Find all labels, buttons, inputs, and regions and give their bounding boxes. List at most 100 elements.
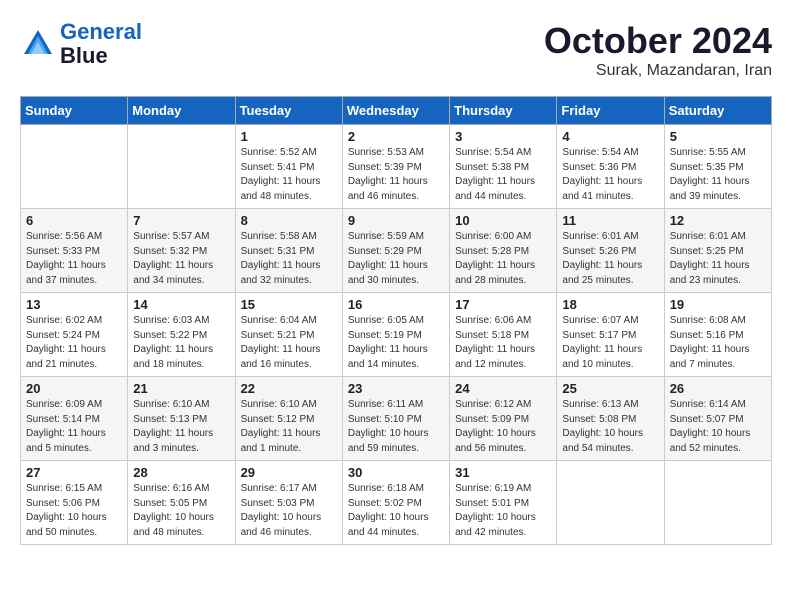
day-info: Sunrise: 5:58 AM Sunset: 5:31 PM Dayligh… <box>241 230 337 288</box>
day-info: Sunrise: 5:59 AM Sunset: 5:29 PM Dayligh… <box>348 230 444 288</box>
logo: General Blue <box>20 20 142 68</box>
day-header-sunday: Sunday <box>21 97 128 125</box>
calendar-cell: 11Sunrise: 6:01 AM Sunset: 5:26 PM Dayli… <box>557 209 664 293</box>
day-info: Sunrise: 5:53 AM Sunset: 5:39 PM Dayligh… <box>348 146 444 204</box>
calendar-cell: 9 Sunrise: 5:59 AM Sunset: 5:29 PM Daylig… <box>342 209 449 293</box>
calendar-cell: 29Sunrise: 6:17 AM Sunset: 5:03 PM Dayli… <box>235 461 342 545</box>
calendar-cell: 5 Sunrise: 5:55 AM Sunset: 5:35 PM Daylig… <box>664 125 771 209</box>
calendar-cell: 24Sunrise: 6:12 AM Sunset: 5:09 PM Dayli… <box>450 377 557 461</box>
day-info: Sunrise: 6:01 AM Sunset: 5:25 PM Dayligh… <box>670 230 766 288</box>
day-number: 3 <box>455 129 551 144</box>
day-header-tuesday: Tuesday <box>235 97 342 125</box>
day-header-friday: Friday <box>557 97 664 125</box>
day-info: Sunrise: 6:11 AM Sunset: 5:10 PM Dayligh… <box>348 398 444 456</box>
calendar-cell: 3 Sunrise: 5:54 AM Sunset: 5:38 PM Daylig… <box>450 125 557 209</box>
calendar-body: 1Sunrise: 5:52 AM Sunset: 5:41 PM Daylig… <box>21 125 772 545</box>
day-number: 23 <box>348 381 444 396</box>
day-info: Sunrise: 6:06 AM Sunset: 5:18 PM Dayligh… <box>455 314 551 372</box>
day-number: 22 <box>241 381 337 396</box>
calendar-cell: 18Sunrise: 6:07 AM Sunset: 5:17 PM Dayli… <box>557 293 664 377</box>
day-info: Sunrise: 6:10 AM Sunset: 5:12 PM Dayligh… <box>241 398 337 456</box>
day-number: 28 <box>133 465 229 480</box>
day-number: 10 <box>455 213 551 228</box>
day-header-saturday: Saturday <box>664 97 771 125</box>
week-row-2: 6Sunrise: 5:56 AM Sunset: 5:33 PM Daylig… <box>21 209 772 293</box>
day-header-monday: Monday <box>128 97 235 125</box>
day-info: Sunrise: 6:19 AM Sunset: 5:01 PM Dayligh… <box>455 482 551 540</box>
calendar-cell: 31 Sunrise: 6:19 AM Sunset: 5:01 PM Dayli… <box>450 461 557 545</box>
day-number: 5 <box>670 129 766 144</box>
day-info: Sunrise: 6:08 AM Sunset: 5:16 PM Dayligh… <box>670 314 766 372</box>
day-info: Sunrise: 5:54 AM Sunset: 5:38 PM Dayligh… <box>455 146 551 204</box>
calendar-header: SundayMondayTuesdayWednesdayThursdayFrid… <box>21 97 772 125</box>
day-header-wednesday: Wednesday <box>342 97 449 125</box>
day-number: 15 <box>241 297 337 312</box>
calendar-table: SundayMondayTuesdayWednesdayThursdayFrid… <box>20 96 772 545</box>
calendar-cell: 6Sunrise: 5:56 AM Sunset: 5:33 PM Daylig… <box>21 209 128 293</box>
day-info: Sunrise: 6:05 AM Sunset: 5:19 PM Dayligh… <box>348 314 444 372</box>
calendar-cell <box>557 461 664 545</box>
day-number: 9 <box>348 213 444 228</box>
calendar-cell: 15 Sunrise: 6:04 AM Sunset: 5:21 PM Dayli… <box>235 293 342 377</box>
day-info: Sunrise: 6:09 AM Sunset: 5:14 PM Dayligh… <box>26 398 122 456</box>
calendar-cell: 17 Sunrise: 6:06 AM Sunset: 5:18 PM Dayli… <box>450 293 557 377</box>
day-number: 4 <box>562 129 658 144</box>
day-number: 8 <box>241 213 337 228</box>
calendar-cell: 23 Sunrise: 6:11 AM Sunset: 5:10 PM Dayli… <box>342 377 449 461</box>
day-number: 16 <box>348 297 444 312</box>
calendar-cell: 16 Sunrise: 6:05 AM Sunset: 5:19 PM Dayli… <box>342 293 449 377</box>
logo-text: General Blue <box>60 20 142 68</box>
day-number: 12 <box>670 213 766 228</box>
calendar-cell: 2 Sunrise: 5:53 AM Sunset: 5:39 PM Daylig… <box>342 125 449 209</box>
day-number: 11 <box>562 213 658 228</box>
day-info: Sunrise: 5:57 AM Sunset: 5:32 PM Dayligh… <box>133 230 229 288</box>
day-number: 31 <box>455 465 551 480</box>
day-number: 17 <box>455 297 551 312</box>
day-header-thursday: Thursday <box>450 97 557 125</box>
day-info: Sunrise: 6:18 AM Sunset: 5:02 PM Dayligh… <box>348 482 444 540</box>
day-number: 1 <box>241 129 337 144</box>
month-title: October 2024 <box>544 20 772 62</box>
day-info: Sunrise: 6:12 AM Sunset: 5:09 PM Dayligh… <box>455 398 551 456</box>
day-info: Sunrise: 6:10 AM Sunset: 5:13 PM Dayligh… <box>133 398 229 456</box>
day-info: Sunrise: 6:07 AM Sunset: 5:17 PM Dayligh… <box>562 314 658 372</box>
week-row-5: 27Sunrise: 6:15 AM Sunset: 5:06 PM Dayli… <box>21 461 772 545</box>
calendar-cell: 19 Sunrise: 6:08 AM Sunset: 5:16 PM Dayli… <box>664 293 771 377</box>
day-number: 25 <box>562 381 658 396</box>
day-info: Sunrise: 6:03 AM Sunset: 5:22 PM Dayligh… <box>133 314 229 372</box>
calendar-cell: 21Sunrise: 6:10 AM Sunset: 5:13 PM Dayli… <box>128 377 235 461</box>
week-row-4: 20 Sunrise: 6:09 AM Sunset: 5:14 PM Dayli… <box>21 377 772 461</box>
calendar-cell: 10 Sunrise: 6:00 AM Sunset: 5:28 PM Dayli… <box>450 209 557 293</box>
day-info: Sunrise: 6:13 AM Sunset: 5:08 PM Dayligh… <box>562 398 658 456</box>
location-subtitle: Surak, Mazandaran, Iran <box>544 62 772 80</box>
day-info: Sunrise: 5:54 AM Sunset: 5:36 PM Dayligh… <box>562 146 658 204</box>
day-number: 20 <box>26 381 122 396</box>
calendar-cell <box>21 125 128 209</box>
header-row: SundayMondayTuesdayWednesdayThursdayFrid… <box>21 97 772 125</box>
day-number: 27 <box>26 465 122 480</box>
day-info: Sunrise: 5:55 AM Sunset: 5:35 PM Dayligh… <box>670 146 766 204</box>
day-info: Sunrise: 6:16 AM Sunset: 5:05 PM Dayligh… <box>133 482 229 540</box>
calendar-cell: 7 Sunrise: 5:57 AM Sunset: 5:32 PM Daylig… <box>128 209 235 293</box>
day-info: Sunrise: 6:04 AM Sunset: 5:21 PM Dayligh… <box>241 314 337 372</box>
day-number: 7 <box>133 213 229 228</box>
day-number: 6 <box>26 213 122 228</box>
calendar-cell: 4 Sunrise: 5:54 AM Sunset: 5:36 PM Daylig… <box>557 125 664 209</box>
day-number: 2 <box>348 129 444 144</box>
day-info: Sunrise: 6:00 AM Sunset: 5:28 PM Dayligh… <box>455 230 551 288</box>
day-number: 19 <box>670 297 766 312</box>
week-row-1: 1Sunrise: 5:52 AM Sunset: 5:41 PM Daylig… <box>21 125 772 209</box>
calendar-cell: 30Sunrise: 6:18 AM Sunset: 5:02 PM Dayli… <box>342 461 449 545</box>
calendar-cell: 14Sunrise: 6:03 AM Sunset: 5:22 PM Dayli… <box>128 293 235 377</box>
day-number: 26 <box>670 381 766 396</box>
calendar-cell: 13 Sunrise: 6:02 AM Sunset: 5:24 PM Dayli… <box>21 293 128 377</box>
calendar-cell: 22 Sunrise: 6:10 AM Sunset: 5:12 PM Dayli… <box>235 377 342 461</box>
calendar-cell: 25 Sunrise: 6:13 AM Sunset: 5:08 PM Dayli… <box>557 377 664 461</box>
day-number: 13 <box>26 297 122 312</box>
day-info: Sunrise: 6:02 AM Sunset: 5:24 PM Dayligh… <box>26 314 122 372</box>
calendar-cell: 20 Sunrise: 6:09 AM Sunset: 5:14 PM Dayli… <box>21 377 128 461</box>
day-info: Sunrise: 6:17 AM Sunset: 5:03 PM Dayligh… <box>241 482 337 540</box>
title-block: October 2024 Surak, Mazandaran, Iran <box>544 20 772 80</box>
day-info: Sunrise: 6:14 AM Sunset: 5:07 PM Dayligh… <box>670 398 766 456</box>
week-row-3: 13 Sunrise: 6:02 AM Sunset: 5:24 PM Dayli… <box>21 293 772 377</box>
